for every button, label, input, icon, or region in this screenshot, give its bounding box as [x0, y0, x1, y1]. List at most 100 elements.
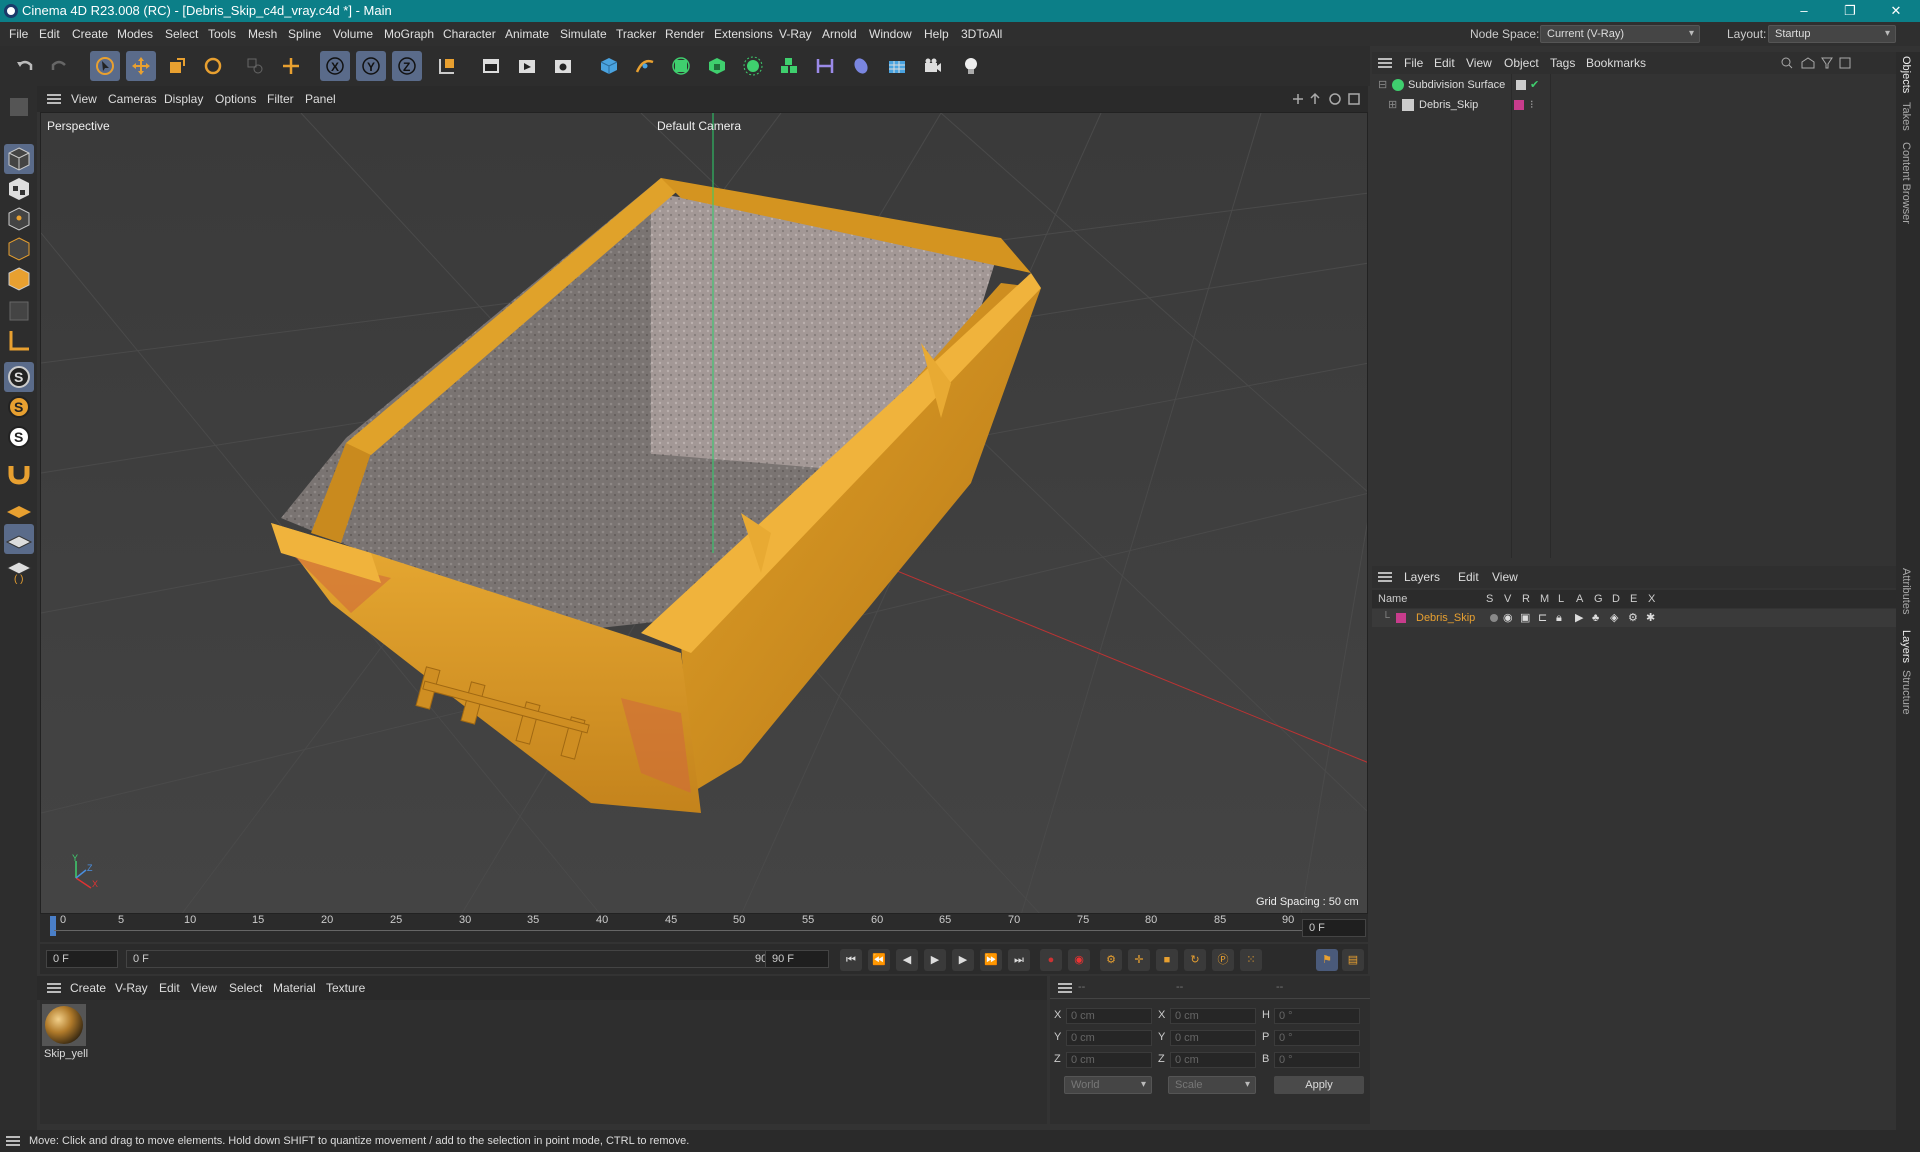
- vp-menu-options[interactable]: Options: [215, 86, 256, 112]
- layer-generator-icon[interactable]: ♣: [1592, 609, 1599, 627]
- spline-pen-button[interactable]: [630, 51, 660, 81]
- layout-select[interactable]: Startup: [1768, 25, 1896, 43]
- pos-x-field[interactable]: 0 cm: [1066, 1008, 1152, 1024]
- mograph-button[interactable]: [774, 51, 804, 81]
- vp-menu-view[interactable]: View: [71, 86, 97, 112]
- material-menu-icon[interactable]: [47, 983, 61, 993]
- layer-eye-icon[interactable]: ◉: [1503, 609, 1513, 627]
- key-parameter-button[interactable]: Ⓟ: [1212, 949, 1234, 971]
- layer-menu-icon[interactable]: [1378, 572, 1392, 582]
- menu-edit[interactable]: Edit: [39, 22, 60, 46]
- solo-button[interactable]: S: [4, 362, 34, 392]
- scale-tool-button[interactable]: [162, 51, 192, 81]
- menu-spline[interactable]: Spline: [288, 22, 321, 46]
- redo-button[interactable]: [44, 51, 74, 81]
- start-frame-field[interactable]: 0 F: [46, 950, 118, 968]
- rot-h-field[interactable]: 0 °: [1274, 1008, 1360, 1024]
- minimize-button[interactable]: –: [1784, 0, 1824, 22]
- current-frame-field[interactable]: 0 F: [1302, 919, 1366, 937]
- mat-menu-edit[interactable]: Edit: [159, 976, 180, 1000]
- layer-color-swatch[interactable]: [1514, 100, 1524, 110]
- menu-tracker[interactable]: Tracker: [616, 22, 656, 46]
- status-menu-icon[interactable]: [6, 1136, 20, 1146]
- play-button[interactable]: ▶: [924, 949, 946, 971]
- z-axis-lock-button[interactable]: Z: [392, 51, 422, 81]
- material-swatch[interactable]: Skip_yell: [42, 1004, 88, 1060]
- coords-menu-icon[interactable]: [1058, 983, 1072, 993]
- tab-takes[interactable]: Takes: [1900, 102, 1912, 131]
- menu-simulate[interactable]: Simulate: [560, 22, 607, 46]
- menu-volume[interactable]: Volume: [333, 22, 373, 46]
- make-editable-button[interactable]: [4, 92, 34, 122]
- obj-menu-bookmarks[interactable]: Bookmarks: [1586, 52, 1646, 74]
- deformer-button[interactable]: [810, 51, 840, 81]
- vp-menu-display[interactable]: Display: [164, 86, 203, 112]
- menu-create[interactable]: Create: [72, 22, 108, 46]
- obj-menu-tags[interactable]: Tags: [1550, 52, 1575, 74]
- rotate-tool-button[interactable]: [198, 51, 228, 81]
- key-scale-button[interactable]: ■: [1156, 949, 1178, 971]
- object-row[interactable]: ⊟ Subdivision Surface ✔: [1372, 76, 1896, 94]
- obj-menu-view[interactable]: View: [1466, 52, 1492, 74]
- recent-tool-button[interactable]: [240, 51, 270, 81]
- extrude-button[interactable]: [702, 51, 732, 81]
- visibility-toggle-icon[interactable]: [1516, 80, 1526, 90]
- size-x-field[interactable]: 0 cm: [1170, 1008, 1256, 1024]
- subdivision-button[interactable]: [666, 51, 696, 81]
- viewport-menu-icon[interactable]: [47, 94, 61, 104]
- timeline-scheme-button[interactable]: ⚑: [1316, 949, 1338, 971]
- record-keys-button[interactable]: ●: [1040, 949, 1062, 971]
- go-to-start-button[interactable]: ⏮: [840, 949, 862, 971]
- size-z-field[interactable]: 0 cm: [1170, 1052, 1256, 1068]
- mat-menu-view[interactable]: View: [191, 976, 217, 1000]
- size-y-field[interactable]: 0 cm: [1170, 1030, 1256, 1046]
- snap-settings-button[interactable]: S: [4, 422, 34, 452]
- menu-modes[interactable]: Modes: [117, 22, 153, 46]
- coordinate-system-button[interactable]: [432, 51, 462, 81]
- x-axis-lock-button[interactable]: X: [320, 51, 350, 81]
- 3d-viewport[interactable]: Perspective Default Camera Grid Spacing …: [40, 112, 1368, 914]
- pos-z-field[interactable]: 0 cm: [1066, 1052, 1152, 1068]
- obj-menu-edit[interactable]: Edit: [1434, 52, 1455, 74]
- texture-mode-button[interactable]: [4, 174, 34, 204]
- cube-button[interactable]: [594, 51, 624, 81]
- obj-menu-file[interactable]: File: [1404, 52, 1423, 74]
- menu-help[interactable]: Help: [924, 22, 949, 46]
- render-picture-viewer-button[interactable]: [512, 51, 542, 81]
- layer-row[interactable]: └ Debris_Skip ◉ ▣ ⊏ 🔒︎ ▶ ♣ ◈ ⚙ ✱: [1372, 609, 1896, 627]
- node-space-select[interactable]: Current (V-Ray): [1540, 25, 1700, 43]
- playhead[interactable]: [50, 916, 56, 936]
- field-button[interactable]: [846, 51, 876, 81]
- vp-menu-filter[interactable]: Filter: [267, 86, 294, 112]
- render-view-button[interactable]: [476, 51, 506, 81]
- frame-range-slider[interactable]: 0 F 90 F: [126, 950, 786, 968]
- dots-icon[interactable]: ⁝: [1530, 96, 1534, 114]
- model-mode-button[interactable]: [4, 144, 34, 174]
- mat-menu-texture[interactable]: Texture: [326, 976, 365, 1000]
- uv-mode-button[interactable]: [4, 296, 34, 326]
- layer-solo-toggle-icon[interactable]: [1490, 614, 1498, 622]
- viewport-camera-label[interactable]: Default Camera: [657, 119, 741, 133]
- checkmark-icon[interactable]: ✔: [1530, 76, 1539, 94]
- go-to-end-button[interactable]: ⏭: [1008, 949, 1030, 971]
- apply-button[interactable]: Apply: [1274, 1076, 1364, 1094]
- layer-color-swatch[interactable]: [1396, 613, 1406, 623]
- workplane-button[interactable]: [4, 494, 34, 524]
- y-axis-lock-button[interactable]: Y: [356, 51, 386, 81]
- menu-extensions[interactable]: Extensions: [714, 22, 773, 46]
- menu-tools[interactable]: Tools: [208, 22, 236, 46]
- layer-xref-icon[interactable]: ✱: [1646, 609, 1655, 627]
- snap-button[interactable]: S: [4, 392, 34, 422]
- previous-frame-button[interactable]: ◀: [896, 949, 918, 971]
- menu-select[interactable]: Select: [165, 22, 198, 46]
- expand-toggle-icon[interactable]: ⊞: [1388, 96, 1397, 114]
- vp-menu-panel[interactable]: Panel: [305, 86, 336, 112]
- tab-structure[interactable]: Structure: [1900, 670, 1912, 715]
- menu-vray[interactable]: V-Ray: [779, 22, 812, 46]
- undo-button[interactable]: [10, 51, 40, 81]
- live-select-button[interactable]: [276, 51, 306, 81]
- next-key-button[interactable]: ⏩: [980, 949, 1002, 971]
- layer-animation-icon[interactable]: ▶: [1575, 609, 1583, 627]
- edge-mode-button[interactable]: [4, 234, 34, 264]
- expand-toggle-icon[interactable]: ⊟: [1378, 76, 1387, 94]
